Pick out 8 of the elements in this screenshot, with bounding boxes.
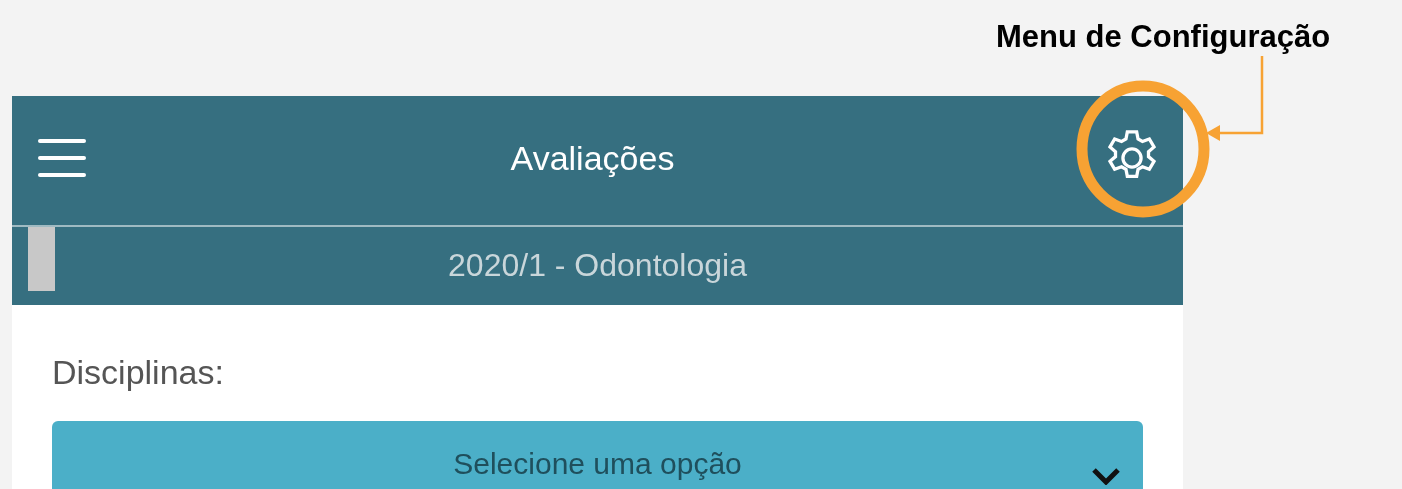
annotation-label: Menu de Configuração <box>996 18 1331 56</box>
section-label: Disciplinas: <box>52 355 225 389</box>
screen-title: Avaliações <box>510 137 675 179</box>
menu-icon[interactable] <box>38 139 86 177</box>
period-label: 2020/1 - Odontologia <box>448 246 747 285</box>
chevron-down-icon <box>1091 467 1121 485</box>
select-dropdown[interactable]: Selecione uma opção <box>52 421 1143 489</box>
scroll-indicator <box>28 227 55 291</box>
